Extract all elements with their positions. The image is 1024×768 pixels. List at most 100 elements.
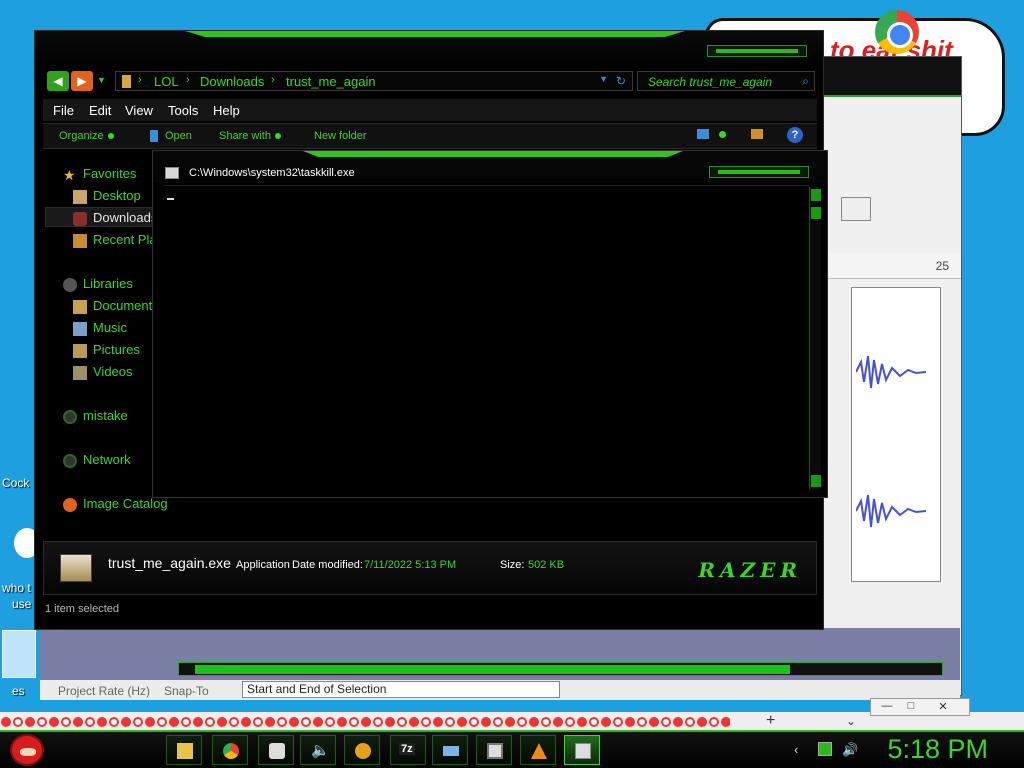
nav-recent-places[interactable]: Recent Pla	[93, 232, 157, 247]
view-options-icon[interactable]	[719, 131, 726, 138]
nav-videos[interactable]: Videos	[93, 364, 133, 379]
console-icon	[575, 743, 591, 759]
organize-button[interactable]: Organize	[59, 130, 114, 142]
breadcrumb-separator-icon[interactable]: ›	[271, 74, 275, 86]
change-view-icon[interactable]	[697, 129, 709, 139]
console-icon	[165, 167, 179, 179]
menu-view[interactable]: View	[125, 103, 153, 118]
nav-music[interactable]: Music	[93, 320, 127, 335]
nav-network[interactable]: Network	[83, 452, 131, 467]
window-controls[interactable]	[707, 45, 807, 57]
vlc-icon	[531, 743, 547, 759]
tray-network-icon[interactable]	[818, 742, 832, 756]
refresh-icon[interactable]: ↻	[616, 74, 626, 88]
search-box[interactable]: Search trust_me_again ⌕	[637, 71, 815, 91]
add-icon[interactable]: +	[766, 712, 775, 730]
address-bar[interactable]: › LOL › Downloads › trust_me_again ▼ ↻	[115, 71, 633, 91]
nav-downloads[interactable]: Downloads	[93, 210, 157, 225]
menu-edit[interactable]: Edit	[89, 103, 111, 118]
menu-tools[interactable]: Tools	[168, 103, 198, 118]
breadcrumb-downloads[interactable]: Downloads	[200, 74, 264, 89]
scroll-up-button[interactable]	[811, 189, 821, 201]
taskbar-vlc[interactable]	[520, 735, 556, 765]
back-button[interactable]: ◀	[47, 71, 69, 91]
taskbar-chrome[interactable]	[212, 735, 248, 765]
desktop-yahoo-icon[interactable]	[2, 630, 36, 678]
open-button[interactable]: Open	[165, 130, 192, 142]
breadcrumb-trust-me-again[interactable]: trust_me_again	[286, 74, 376, 89]
remote-desktop-icon	[487, 743, 503, 759]
share-with-button[interactable]: Share with	[219, 130, 281, 142]
desktop-icon	[73, 190, 87, 204]
nav-favorites[interactable]: Favorites	[83, 166, 136, 181]
ruler-tick: 25	[935, 259, 949, 273]
taskbar-media[interactable]	[258, 735, 294, 765]
desktop-label[interactable]: Cock	[2, 476, 29, 490]
desktop-label[interactable]: es	[12, 684, 25, 698]
recent-locations-dropdown-icon[interactable]: ▼	[97, 75, 106, 85]
breadcrumb-separator-icon[interactable]: ›	[186, 74, 190, 86]
audio-track[interactable]	[851, 287, 941, 582]
chevron-down-icon[interactable]: ⌄	[846, 714, 856, 728]
taskbar-file-explorer[interactable]	[166, 735, 202, 765]
start-button[interactable]	[10, 734, 44, 766]
selection-mode-dropdown[interactable]: Start and End of Selection	[242, 681, 560, 698]
folder-icon	[122, 75, 131, 88]
address-dropdown-icon[interactable]: ▼	[599, 74, 608, 84]
7zip-icon: 7z	[399, 743, 415, 755]
new-folder-button[interactable]: New folder	[314, 130, 367, 142]
share-with-label: Share with	[219, 130, 271, 142]
taskbar-7zip[interactable]: 7z	[390, 735, 426, 765]
help-icon[interactable]: ?	[787, 127, 803, 143]
nav-mistake[interactable]: mistake	[83, 408, 128, 423]
breadcrumb-separator-icon[interactable]: ›	[138, 74, 142, 86]
nav-libraries[interactable]: Libraries	[83, 276, 133, 291]
scrollbar-thumb[interactable]	[195, 665, 790, 674]
console-window-controls[interactable]	[709, 166, 809, 178]
search-icon[interactable]: ⌕	[802, 74, 809, 89]
network-icon	[63, 454, 77, 468]
taskbar-remote-desktop[interactable]	[476, 735, 512, 765]
tray-volume-icon[interactable]: 🔊	[842, 742, 858, 758]
tray-chevron-icon[interactable]: ‹	[794, 742, 798, 757]
horizontal-scrollbar[interactable]	[178, 662, 943, 676]
desktop-label[interactable]: use	[12, 597, 31, 611]
forward-button[interactable]: ▶	[71, 71, 93, 91]
application-file-icon	[60, 554, 92, 582]
waveform-lower	[856, 494, 926, 528]
explorer-title-bar[interactable]	[35, 31, 823, 69]
taskbar-app[interactable]	[344, 735, 380, 765]
taskbar-keyboard[interactable]	[432, 735, 468, 765]
chrome-logo-icon	[875, 10, 919, 54]
nav-desktop[interactable]: Desktop	[93, 188, 141, 203]
nav-documents[interactable]: Document	[93, 298, 152, 313]
preview-pane-icon[interactable]	[751, 129, 763, 139]
zoom-icon[interactable]	[841, 197, 871, 221]
console-scrollbar[interactable]	[809, 187, 821, 489]
search-placeholder[interactable]: Search trust_me_again	[648, 75, 772, 89]
nav-pictures[interactable]: Pictures	[93, 342, 140, 357]
nav-image-catalog[interactable]: Image Catalog	[83, 496, 168, 511]
scroll-down-button[interactable]	[811, 475, 821, 487]
taskbar-console[interactable]	[564, 735, 600, 765]
console-title-bar[interactable]: C:\Windows\system32\taskkill.exe	[153, 151, 827, 183]
close-icon[interactable]: ✕	[933, 700, 953, 713]
menu-help[interactable]: Help	[213, 103, 240, 118]
taskbar-volume-mixer[interactable]: 🔈	[300, 735, 336, 765]
scrollbar-thumb[interactable]	[811, 207, 821, 219]
desktop-label[interactable]: who t	[2, 581, 31, 595]
console-output[interactable]	[163, 185, 809, 489]
menu-file[interactable]: File	[53, 103, 74, 118]
view-controls: ?	[697, 127, 807, 145]
taskkill-console-window: C:\Windows\system32\taskkill.exe	[152, 150, 828, 498]
open-icon[interactable]	[150, 130, 158, 142]
dropdown-indicator-icon	[274, 133, 281, 140]
details-file-type: Application	[236, 559, 290, 571]
minimize-icon[interactable]: —	[877, 700, 897, 712]
navigation-bar: ◀ ▶ ▼ › LOL › Downloads › trust_me_again…	[45, 71, 815, 93]
maximize-icon[interactable]: □	[901, 700, 921, 712]
razer-logo: RAZER	[698, 558, 802, 582]
timeline-ruler[interactable]: 25	[821, 253, 961, 279]
taskbar-clock[interactable]: 5:18 PM	[887, 734, 988, 765]
breadcrumb-lol[interactable]: LOL	[154, 74, 179, 89]
